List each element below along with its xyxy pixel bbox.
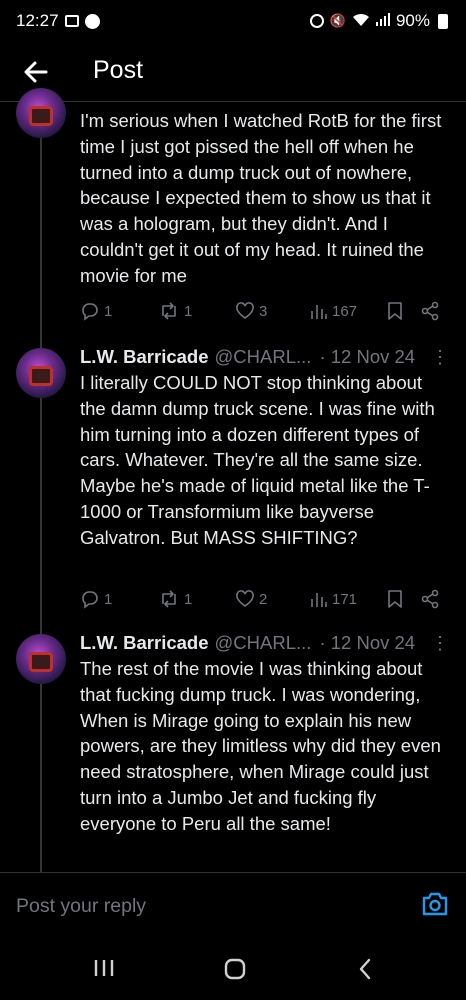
repost-count: 1 — [184, 590, 193, 608]
share-icon — [421, 589, 439, 609]
heart-icon — [236, 302, 254, 319]
tweet-text: The rest of the movie I was thinking abo… — [80, 658, 441, 834]
bookmark-button[interactable] — [386, 586, 404, 612]
like-button[interactable]: 3 — [235, 298, 267, 324]
repost-count: 1 — [184, 302, 193, 320]
more-options-icon[interactable]: ⋮ — [431, 631, 449, 655]
tweet-actions: 1 1 2 171 — [80, 586, 450, 612]
thread-connector — [40, 102, 42, 872]
tweet-header: L.W. Barricade @CHARL... · 12 Nov 24 — [80, 631, 415, 655]
status-left: 12:27 — [16, 11, 100, 31]
reply-input[interactable]: Post your reply — [16, 895, 146, 918]
camera-icon[interactable] — [421, 891, 449, 917]
alarm-icon — [309, 14, 324, 28]
signal-icon — [375, 11, 390, 31]
author-name[interactable]: L.W. Barricade — [80, 346, 209, 368]
page-title: Post — [93, 56, 144, 84]
home-icon[interactable] — [224, 958, 246, 980]
reply-icon — [82, 303, 98, 321]
repost-icon — [162, 590, 176, 608]
share-icon — [421, 301, 439, 321]
repost-button[interactable]: 1 — [158, 586, 192, 612]
reply-button[interactable]: 1 — [80, 298, 112, 324]
like-count: 3 — [259, 302, 268, 320]
bookmark-icon — [388, 590, 402, 608]
tweet-date[interactable]: · 12 Nov 24 — [319, 632, 415, 654]
reply-bar: Post your reply — [0, 872, 466, 934]
heart-icon — [236, 590, 254, 607]
views-icon — [311, 593, 327, 607]
battery-icon — [438, 13, 448, 29]
back-icon[interactable] — [357, 958, 373, 980]
reply-count: 1 — [104, 590, 113, 608]
top-bar: Post — [0, 42, 466, 102]
views-button[interactable]: 171 — [310, 586, 357, 612]
bookmark-icon — [388, 302, 402, 320]
share-button[interactable] — [420, 586, 440, 612]
recent-apps-icon[interactable] — [93, 958, 115, 978]
tweet-date[interactable]: · 12 Nov 24 — [319, 346, 415, 368]
repost-button[interactable]: 1 — [158, 298, 192, 324]
system-nav-bar — [0, 934, 466, 1000]
like-button[interactable]: 2 — [235, 586, 267, 612]
view-count: 167 — [332, 302, 358, 320]
share-button[interactable] — [420, 298, 440, 324]
reply-count: 1 — [104, 302, 113, 320]
author-name[interactable]: L.W. Barricade — [80, 632, 209, 654]
status-time: 12:27 — [16, 11, 59, 30]
repost-icon — [162, 302, 176, 320]
status-right: 🔇 90% — [309, 11, 448, 31]
views-button[interactable]: 167 — [310, 298, 357, 324]
author-handle[interactable]: @CHARL... — [215, 346, 312, 368]
tweet-text: I'm serious when I watched RotB for the … — [80, 110, 442, 286]
status-bar: 12:27 🔇 90% — [0, 0, 466, 42]
tweet-header: L.W. Barricade @CHARL... · 12 Nov 24 — [80, 345, 415, 369]
avatar[interactable] — [16, 88, 66, 138]
avatar[interactable] — [16, 634, 66, 684]
wifi-icon — [352, 13, 370, 30]
battery-percent: 90% — [395, 11, 430, 30]
reply-icon — [82, 591, 98, 609]
avatar[interactable] — [16, 348, 66, 398]
mute-icon: 🔇 — [329, 13, 346, 28]
views-icon — [311, 305, 327, 319]
author-handle[interactable]: @CHARL... — [215, 632, 312, 654]
like-count: 2 — [259, 590, 268, 608]
view-count: 171 — [332, 590, 358, 608]
messenger-icon — [84, 13, 100, 29]
more-options-icon[interactable]: ⋮ — [431, 345, 449, 369]
reply-button[interactable]: 1 — [80, 586, 112, 612]
bookmark-button[interactable] — [386, 298, 404, 324]
arrow-left-icon[interactable] — [20, 56, 52, 88]
tweet-actions: 1 1 3 167 — [80, 298, 450, 324]
tweet-text: I literally COULD NOT stop thinking abou… — [80, 372, 435, 548]
gallery-icon — [64, 15, 79, 27]
